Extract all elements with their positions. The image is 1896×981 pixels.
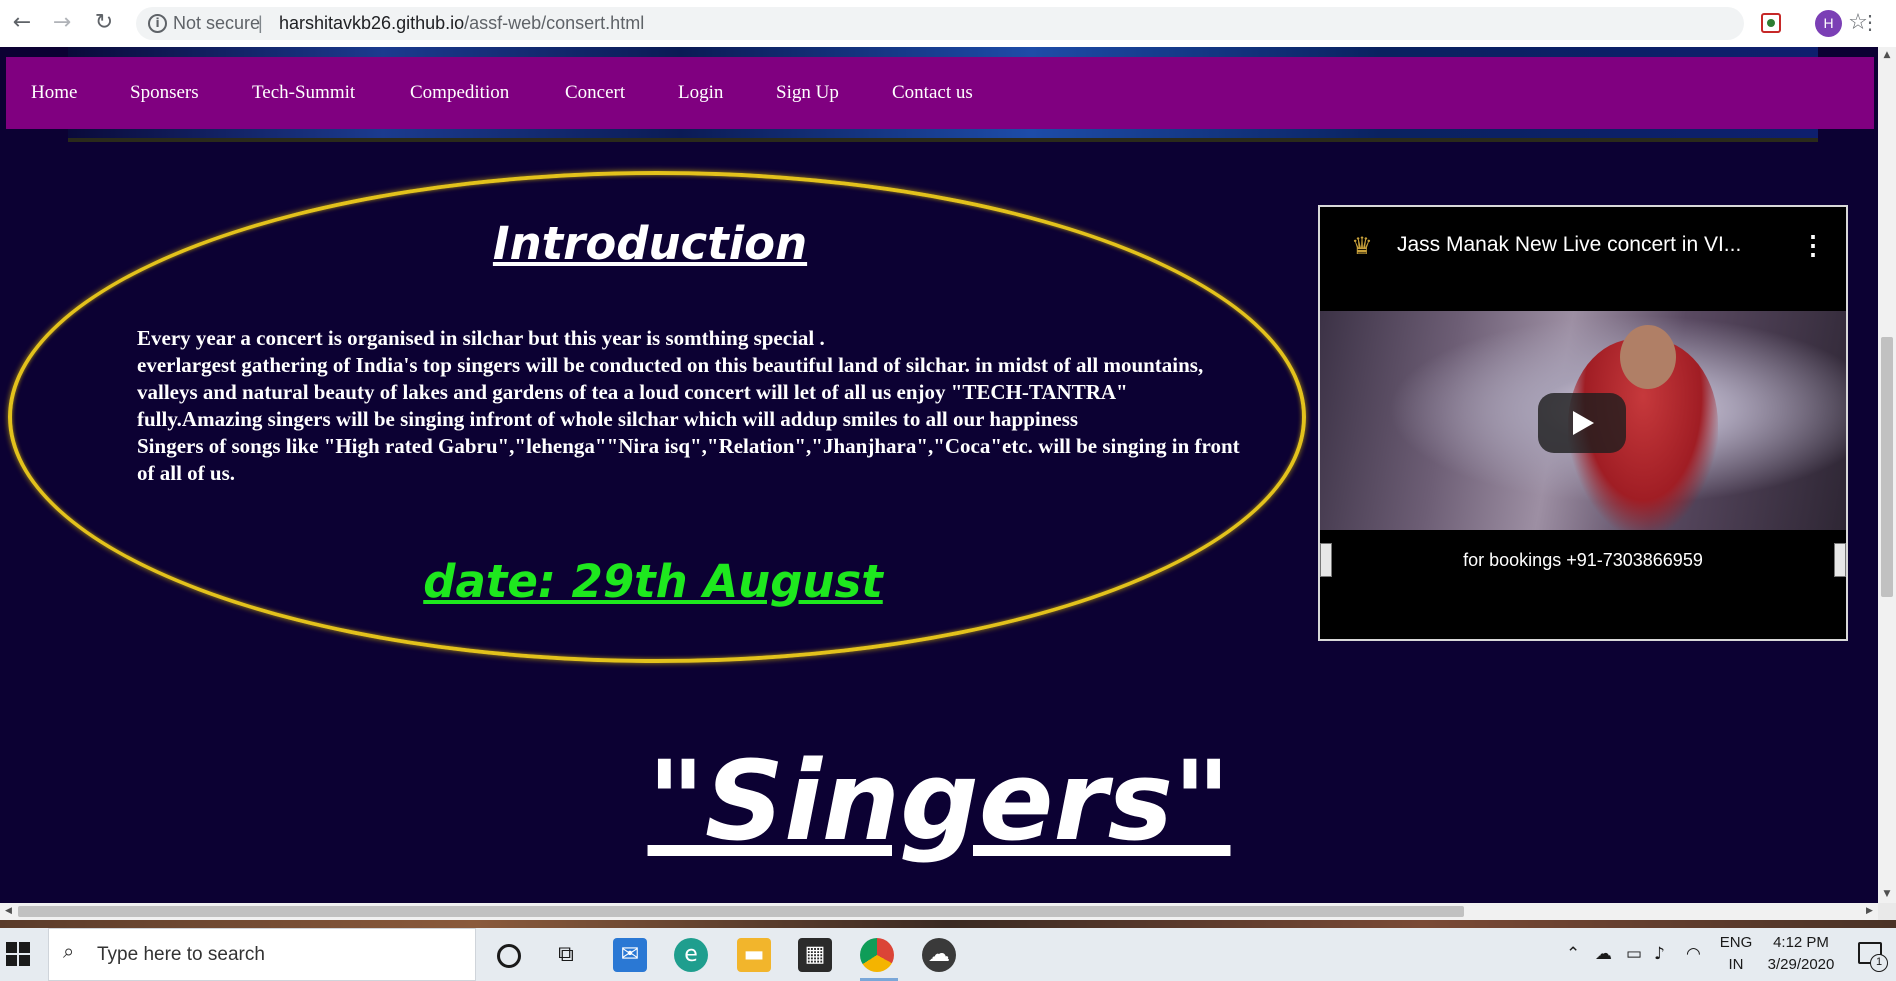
windows-start-icon[interactable] [6, 942, 30, 966]
reload-icon[interactable]: ↻ [90, 9, 118, 37]
scroll-up-arrow-icon[interactable]: ▲ [1878, 47, 1896, 64]
page-viewport: Home Sponsers Tech-Summit Compedition Co… [0, 47, 1878, 903]
edge-browser-icon[interactable]: e [674, 938, 708, 972]
nav-tech-summit[interactable]: Tech-Summit [252, 57, 355, 129]
volume-icon[interactable]: ♪ [1654, 944, 1665, 964]
vertical-scrollbar[interactable]: ▲ ▼ [1878, 47, 1896, 903]
concert-date: date: 29th August [423, 555, 883, 608]
scroll-left-arrow-icon[interactable]: ◀ [0, 903, 17, 920]
browser-toolbar: ← → ↻ i Not secure | harshitavkb26.githu… [0, 0, 1896, 48]
nav-sponsers[interactable]: Sponsers [130, 57, 199, 129]
browser-menu-icon[interactable]: ⋮ [1860, 12, 1880, 34]
nav-sign-up[interactable]: Sign Up [776, 57, 839, 129]
nav-compedition[interactable]: Compedition [410, 57, 509, 129]
nav-contact-us[interactable]: Contact us [892, 57, 973, 129]
video-caption: for bookings +91-7303866959 [1463, 550, 1703, 570]
wifi-icon[interactable]: ◠ [1686, 944, 1701, 964]
vertical-scroll-thumb[interactable] [1881, 337, 1893, 597]
security-label[interactable]: Not secure [173, 7, 260, 40]
taskbar-search-placeholder: Type here to search [97, 944, 265, 965]
cortana-icon[interactable] [497, 944, 521, 968]
clock-time[interactable]: 4:12 PM [1760, 934, 1842, 951]
url-host: harshitavkb26.github.io [279, 13, 465, 33]
scroll-down-arrow-icon[interactable]: ▼ [1878, 886, 1896, 903]
clock-date[interactable]: 3/29/2020 [1760, 956, 1842, 973]
horizontal-scroll-thumb[interactable] [18, 906, 1464, 917]
nav-home[interactable]: Home [31, 57, 77, 129]
forward-arrow-icon[interactable]: → [48, 9, 76, 37]
info-icon[interactable]: i [148, 14, 167, 33]
intro-text: Every year a concert is organised in sil… [137, 325, 1252, 487]
address-bar[interactable]: i Not secure | harshitavkb26.github.io/a… [136, 7, 1868, 40]
nav-login[interactable]: Login [678, 57, 723, 129]
onedrive-icon[interactable]: ☁ [1595, 944, 1612, 964]
task-view-icon[interactable]: ⧉ [549, 938, 583, 972]
extension-icon[interactable] [1761, 13, 1781, 33]
performer-head [1620, 325, 1676, 389]
back-arrow-icon[interactable]: ← [8, 9, 36, 37]
intro-line-3: Singers of songs like "High rated Gabru"… [137, 434, 1240, 485]
battery-icon[interactable]: ▭ [1626, 944, 1642, 964]
play-button[interactable] [1538, 393, 1626, 453]
video-title[interactable]: Jass Manak New Live concert in VI... [1397, 227, 1787, 263]
play-icon [1573, 411, 1594, 435]
scroll-right-arrow-icon[interactable]: ▶ [1861, 903, 1878, 920]
search-icon: ⌕ [63, 939, 75, 963]
url-path: /assf-web/consert.html [464, 13, 645, 33]
video-more-icon[interactable]: ⋮ [1798, 227, 1828, 263]
horizontal-scrollbar[interactable]: ◀ ▶ [0, 903, 1878, 920]
intro-title: Introduction [492, 217, 808, 270]
intro-line-1: Every year a concert is organised in sil… [137, 326, 825, 350]
taskbar-search-box[interactable]: ⌕ Type here to search [48, 928, 476, 981]
file-explorer-icon[interactable]: ▬ [737, 938, 771, 972]
mail-icon[interactable]: ✉ [613, 938, 647, 972]
intro-line-2: everlargest gathering of India's top sin… [137, 353, 1204, 431]
desktop-wallpaper-strip [0, 920, 1896, 928]
store-icon[interactable]: ▦ [798, 938, 832, 972]
windows-taskbar: ⌕ Type here to search ⧉ ✉ e ▬ ▦ ☁ ⌃ ☁ ▭ … [0, 928, 1896, 981]
main-nav: Home Sponsers Tech-Summit Compedition Co… [6, 57, 1874, 129]
address-separator: | [258, 13, 263, 33]
tray-chevron-up-icon[interactable]: ⌃ [1566, 944, 1580, 964]
url-text[interactable]: harshitavkb26.github.io/assf-web/consert… [279, 7, 644, 40]
singers-heading: "Singers" [647, 737, 1231, 865]
app-icon[interactable]: ☁ [922, 938, 956, 972]
channel-logo-icon[interactable]: ♛ [1340, 231, 1384, 261]
youtube-video-embed[interactable]: ♛ Jass Manak New Live concert in VI... ⋮… [1318, 205, 1848, 641]
profile-avatar[interactable]: H [1815, 10, 1842, 37]
chrome-icon[interactable] [860, 938, 894, 972]
language-bottom[interactable]: IN [1716, 956, 1756, 973]
nav-concert[interactable]: Concert [565, 57, 625, 129]
language-top[interactable]: ENG [1716, 934, 1756, 951]
notification-count: 1 [1870, 954, 1888, 972]
